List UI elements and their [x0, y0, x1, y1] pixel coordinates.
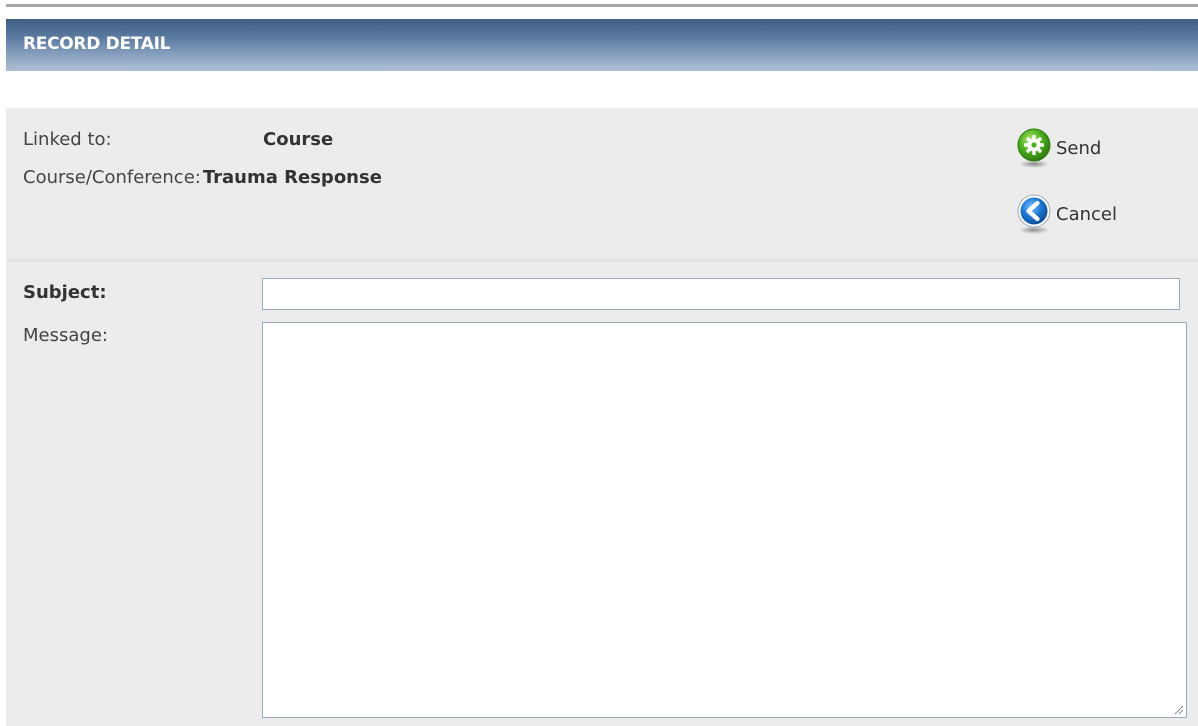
linked-to-row: Linked to: Course	[23, 128, 333, 152]
course-conference-value: Trauma Response	[202, 167, 382, 188]
message-textarea[interactable]	[262, 322, 1187, 718]
linked-to-value: Course	[263, 129, 334, 150]
linked-to-label: Linked to:	[23, 129, 112, 150]
course-conference-label: Course/Conference:	[23, 167, 201, 188]
page-title: RECORD DETAIL	[23, 34, 171, 54]
gear-icon	[1014, 126, 1054, 170]
cancel-button-label: Cancel	[1056, 203, 1117, 225]
course-conference-row: Course/Conference: Trauma Response	[23, 166, 382, 190]
top-rule	[6, 4, 1198, 7]
subject-label: Subject:	[23, 282, 107, 303]
message-label: Message:	[23, 325, 108, 346]
back-arrow-icon	[1014, 192, 1054, 236]
send-button-label: Send	[1056, 137, 1102, 159]
record-detail-header: RECORD DETAIL	[6, 19, 1198, 71]
send-button[interactable]: Send	[1014, 126, 1101, 170]
subject-input[interactable]	[262, 278, 1180, 310]
cancel-button[interactable]: Cancel	[1014, 192, 1117, 236]
message-form: Subject: Message:	[6, 262, 1198, 726]
resize-grip-icon[interactable]	[1172, 703, 1184, 715]
record-info-panel: Linked to: Course Course/Conference: Trau…	[6, 108, 1198, 259]
